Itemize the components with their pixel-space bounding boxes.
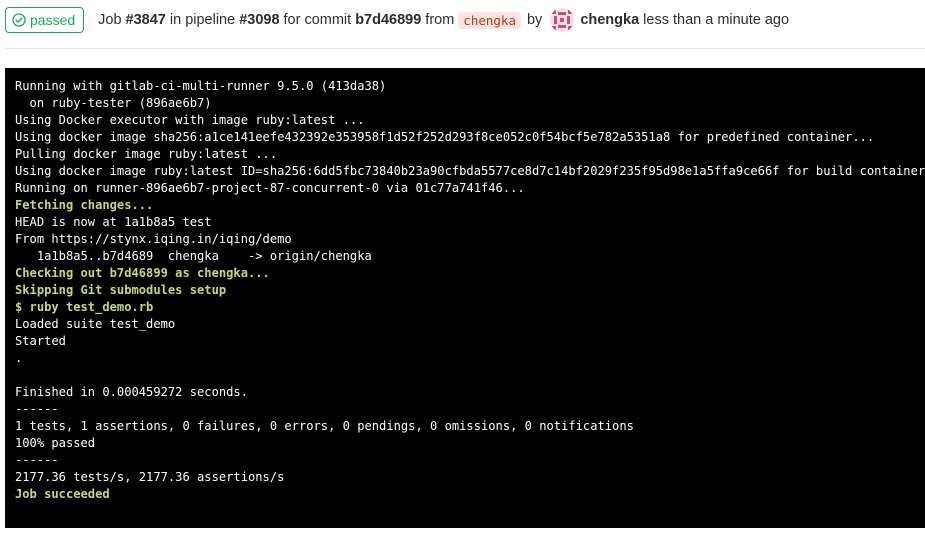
identicon-avatar-icon [550,8,575,32]
log-line: Finished in 0.000459272 seconds. [15,385,248,399]
time-ago: less than a minute ago [643,12,790,28]
from-text: from [425,12,455,28]
log-line: ------ [15,453,59,467]
for-commit-text: for commit [283,12,352,28]
commit-link[interactable]: b7d46899 [355,12,421,28]
check-circle-icon [12,13,26,27]
job-prefix: Job [98,12,122,28]
log-line: Pulling docker image ruby:latest ... [15,147,278,161]
log-line: Using Docker executor with image ruby:la… [15,113,365,127]
log-line: HEAD is now at 1a1b8a5 test [15,215,212,229]
job-log-terminal[interactable]: Running with gitlab-ci-multi-runner 9.5.… [5,68,925,528]
log-line: on ruby-tester (896ae6b7) [15,96,212,110]
in-pipeline-text: in pipeline [169,12,236,28]
log-line: $ ruby test_demo.rb [15,300,154,314]
status-badge[interactable]: passed [5,7,85,33]
status-label: passed [30,12,76,28]
log-line: Started [15,334,66,348]
log-line: Running with gitlab-ci-multi-runner 9.5.… [15,79,387,93]
branch-link[interactable]: chengka [458,11,521,29]
log-line: 1 tests, 1 assertions, 0 failures, 0 err… [15,419,634,433]
log-line: ------ [15,402,59,416]
by-text: by [526,12,543,28]
log-line: From https://stynx.iqing.in/iqing/demo [15,232,292,246]
log-line: Job succeeded [15,487,110,501]
log-line: 2177.36 tests/s, 2177.36 assertions/s [15,470,285,484]
header-divider [5,48,925,49]
log-line: Running on runner-896ae6b7-project-87-co… [15,181,525,195]
log-line: Skipping Git submodules setup [15,283,227,297]
job-header: passed Job #3847 in pipeline #3098 for c… [5,6,925,34]
job-id: #3847 [125,12,166,28]
log-line: 1a1b8a5..b7d4689 chengka -> origin/cheng… [15,249,372,263]
log-line: 100% passed [15,436,96,450]
log-line: Using docker image sha256:a1ce141eefe432… [15,130,875,144]
user-link[interactable]: chengka [580,12,639,28]
log-line: Using docker image ruby:latest ID=sha256… [15,164,925,178]
log-line: . [15,351,23,365]
avatar[interactable] [550,8,575,32]
pipeline-link[interactable]: #3098 [239,12,279,28]
log-line: Loaded suite test_demo [15,317,176,331]
log-line: Checking out b7d46899 as chengka... [15,266,270,280]
log-line: Fetching changes... [15,198,154,212]
